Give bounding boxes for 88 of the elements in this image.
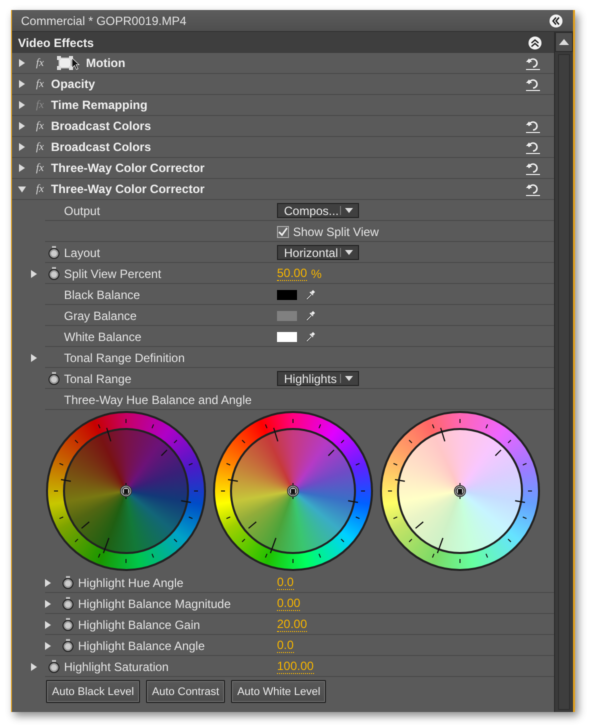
effect-name: Three-Way Color Corrector — [51, 182, 206, 196]
property-label: Gray Balance — [64, 308, 137, 322]
action-button[interactable]: Auto White Level — [231, 680, 326, 703]
expand-triangle[interactable] — [44, 600, 52, 608]
checkbox-label: Show Split View — [293, 224, 379, 238]
check-icon — [278, 226, 288, 236]
caret-icon — [345, 376, 353, 381]
effect-name: Broadcast Colors — [51, 140, 152, 154]
property-label: Highlight Hue Angle — [78, 576, 184, 590]
double-chevron-icon[interactable] — [549, 14, 563, 28]
reset-icon[interactable] — [526, 56, 540, 70]
property-label: Layout — [64, 246, 100, 260]
property-label: Tonal Range Definition — [64, 350, 185, 364]
caret-icon — [345, 250, 353, 255]
reset-icon[interactable] — [526, 140, 540, 154]
eyedropper-icon[interactable] — [305, 289, 315, 300]
expand-triangle[interactable] — [44, 642, 52, 650]
fx-toggle[interactable]: fx — [36, 78, 51, 90]
scroll-up-button[interactable] — [555, 32, 573, 52]
scrub-value[interactable]: 20.00 — [277, 618, 308, 632]
stopwatch-icon[interactable] — [62, 639, 74, 652]
fx-toggle[interactable]: fx — [36, 57, 51, 69]
property-label: Three-Way Hue Balance and Angle — [64, 392, 252, 406]
effect-name: Time Remapping — [51, 98, 148, 112]
eyedropper-icon[interactable] — [305, 310, 315, 321]
dropdown[interactable]: Highlights — [277, 371, 359, 386]
scrub-value[interactable]: 0.0 — [277, 576, 294, 590]
scrollbar[interactable] — [554, 32, 573, 712]
expand-triangle[interactable] — [18, 185, 26, 193]
expand-triangle[interactable] — [18, 164, 26, 172]
dropdown[interactable]: Horizontal — [277, 245, 359, 260]
stopwatch-icon[interactable] — [62, 576, 74, 589]
reset-icon[interactable] — [526, 77, 540, 91]
property-label: Tonal Range — [64, 372, 132, 386]
unit-label: % — [311, 266, 322, 280]
property-label: Highlight Balance Gain — [78, 618, 200, 632]
checkbox[interactable] — [277, 226, 289, 238]
reset-icon[interactable] — [526, 182, 540, 196]
scrub-value[interactable]: 0.00 — [277, 596, 300, 610]
stopwatch-icon[interactable] — [48, 267, 60, 280]
stopwatch-icon[interactable] — [62, 618, 74, 631]
expand-triangle[interactable] — [18, 122, 26, 130]
section-title: Video Effects — [18, 36, 95, 50]
arrow-up-icon — [559, 39, 569, 45]
action-button[interactable]: Auto Contrast — [146, 680, 226, 703]
expand-triangle[interactable] — [30, 354, 38, 362]
scrub-value[interactable]: 0.0 — [277, 638, 294, 652]
color-swatch[interactable] — [277, 332, 297, 342]
dropdown[interactable]: Compos... — [277, 203, 359, 218]
stopwatch-icon[interactable] — [48, 372, 60, 385]
property-label: Black Balance — [64, 288, 140, 302]
property-label: Highlight Balance Angle — [78, 638, 205, 652]
eyedropper-icon[interactable] — [305, 331, 315, 342]
expand-triangle[interactable] — [30, 662, 38, 670]
effect-name: Motion — [86, 56, 126, 70]
property-label: Highlight Saturation — [64, 660, 169, 674]
effect-name: Opacity — [51, 77, 96, 91]
effect-name: Three-Way Color Corrector — [51, 161, 206, 175]
stopwatch-icon[interactable] — [48, 660, 60, 673]
expand-triangle[interactable] — [44, 620, 52, 628]
fx-toggle[interactable]: fx — [36, 183, 51, 195]
property-label: Split View Percent — [64, 266, 162, 280]
expand-triangle[interactable] — [30, 270, 38, 278]
scrub-value[interactable]: 50.00 — [277, 266, 308, 280]
reset-icon[interactable] — [526, 161, 540, 175]
expand-triangle[interactable] — [18, 59, 26, 67]
scrub-value[interactable]: 100.00 — [277, 660, 314, 674]
fx-toggle[interactable]: fx — [36, 162, 51, 174]
action-button[interactable]: Auto Black Level — [46, 680, 140, 703]
fx-toggle[interactable]: fx — [36, 120, 51, 132]
transform-icon[interactable] — [57, 56, 81, 70]
color-swatch[interactable] — [277, 290, 297, 300]
stopwatch-icon[interactable] — [62, 597, 74, 610]
expand-triangle[interactable] — [18, 143, 26, 151]
fx-toggle[interactable]: fx — [36, 141, 51, 153]
property-label: Highlight Balance Magnitude — [78, 596, 231, 610]
effect-name: Broadcast Colors — [51, 119, 152, 133]
expand-triangle[interactable] — [18, 80, 26, 88]
reset-icon[interactable] — [526, 119, 540, 133]
collapse-icon[interactable] — [528, 36, 542, 50]
caret-icon — [345, 208, 353, 213]
property-label: White Balance — [64, 330, 142, 344]
expand-triangle[interactable] — [44, 578, 52, 586]
property-label: Output — [64, 204, 100, 218]
stopwatch-icon[interactable] — [48, 246, 60, 259]
panel-title: Commercial * GOPR0019.MP4 — [21, 14, 188, 28]
color-swatch[interactable] — [277, 310, 297, 320]
expand-triangle[interactable] — [18, 101, 26, 109]
